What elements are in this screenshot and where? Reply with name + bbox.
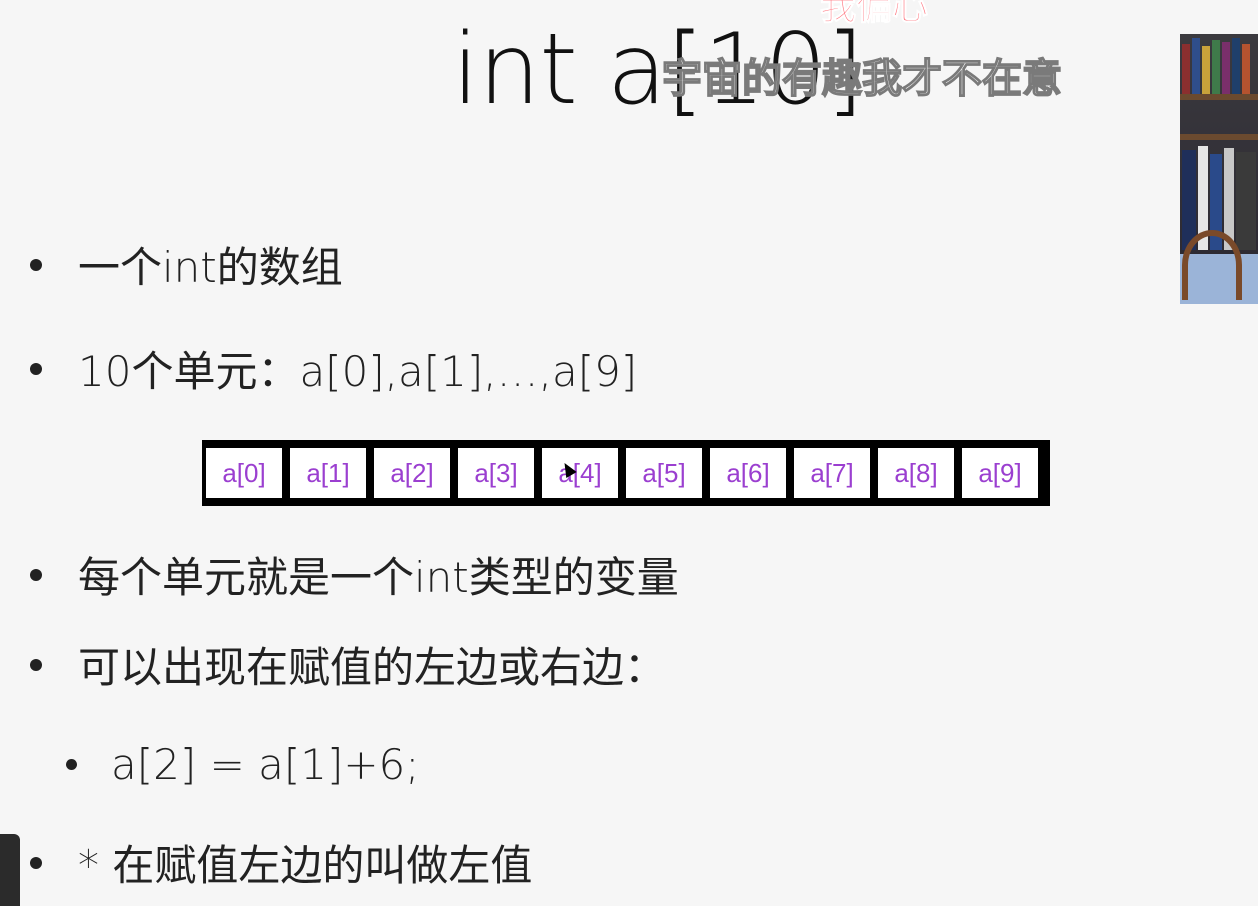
side-panel-tab[interactable] (0, 834, 20, 906)
array-cell: a[5] (626, 448, 702, 498)
book (1212, 40, 1220, 94)
book (1182, 44, 1190, 94)
book (1182, 150, 1196, 250)
book (1192, 38, 1200, 94)
array-cell: a[3] (458, 448, 534, 498)
bullet-dot (30, 658, 42, 671)
bullet-item: * 在赋值左边的叫做左值 (30, 832, 532, 893)
book (1242, 44, 1250, 94)
books-row (1180, 34, 1258, 94)
presentation-slide: int a[10] 我偏心 宇宙的有趣我才不在意 一个int的数组 10个单元：… (0, 0, 1258, 906)
bullet-dot (30, 568, 42, 581)
bullet-text: 一个int的数组 (78, 243, 343, 292)
bullet-dot (30, 856, 42, 869)
bullet-item: 每个单元就是一个int类型的变量 (30, 544, 679, 605)
array-cell: a[4] (542, 448, 618, 498)
array-cell: a[2] (374, 448, 450, 498)
sub-bullet-item: a[2] = a[1]+6; (66, 740, 419, 789)
book (1222, 42, 1230, 94)
array-cell: a[7] (794, 448, 870, 498)
array-cell: a[9] (962, 448, 1038, 498)
bullet-item: 可以出现在赋值的左边或右边： (30, 634, 666, 695)
book (1236, 152, 1256, 250)
danmaku-comment-top: 我偏心 (819, 0, 929, 29)
array-cell: a[8] (878, 448, 954, 498)
bookshelf-divider (1180, 94, 1258, 100)
book (1202, 46, 1210, 94)
bullet-dot (66, 759, 77, 770)
book (1232, 38, 1240, 94)
bullet-text: 10个单元：a[0],a[1],…,a[9] (78, 347, 638, 396)
bullet-item: 一个int的数组 (30, 234, 343, 295)
bullet-dot (30, 362, 42, 375)
presenter-video-thumbnail[interactable] (1180, 34, 1258, 304)
chair-back (1182, 230, 1242, 300)
danmaku-comment: 宇宙的有趣我才不在意 (661, 55, 1063, 103)
bullet-text: 每个单元就是一个int类型的变量 (78, 553, 679, 602)
array-cell: a[6] (710, 448, 786, 498)
bullet-text: a[2] = a[1]+6; (111, 740, 420, 789)
bullet-text: 可以出现在赋值的左边或右边： (78, 643, 667, 692)
bullet-item: 10个单元：a[0],a[1],…,a[9] (30, 338, 637, 399)
bullet-text: * 在赋值左边的叫做左值 (78, 841, 533, 890)
array-diagram: a[0] a[1] a[2] a[3] a[4] a[5] a[6] a[7] … (202, 440, 1050, 506)
array-cell: a[0] (206, 448, 282, 498)
array-cell: a[1] (290, 448, 366, 498)
bullet-dot (30, 258, 42, 271)
